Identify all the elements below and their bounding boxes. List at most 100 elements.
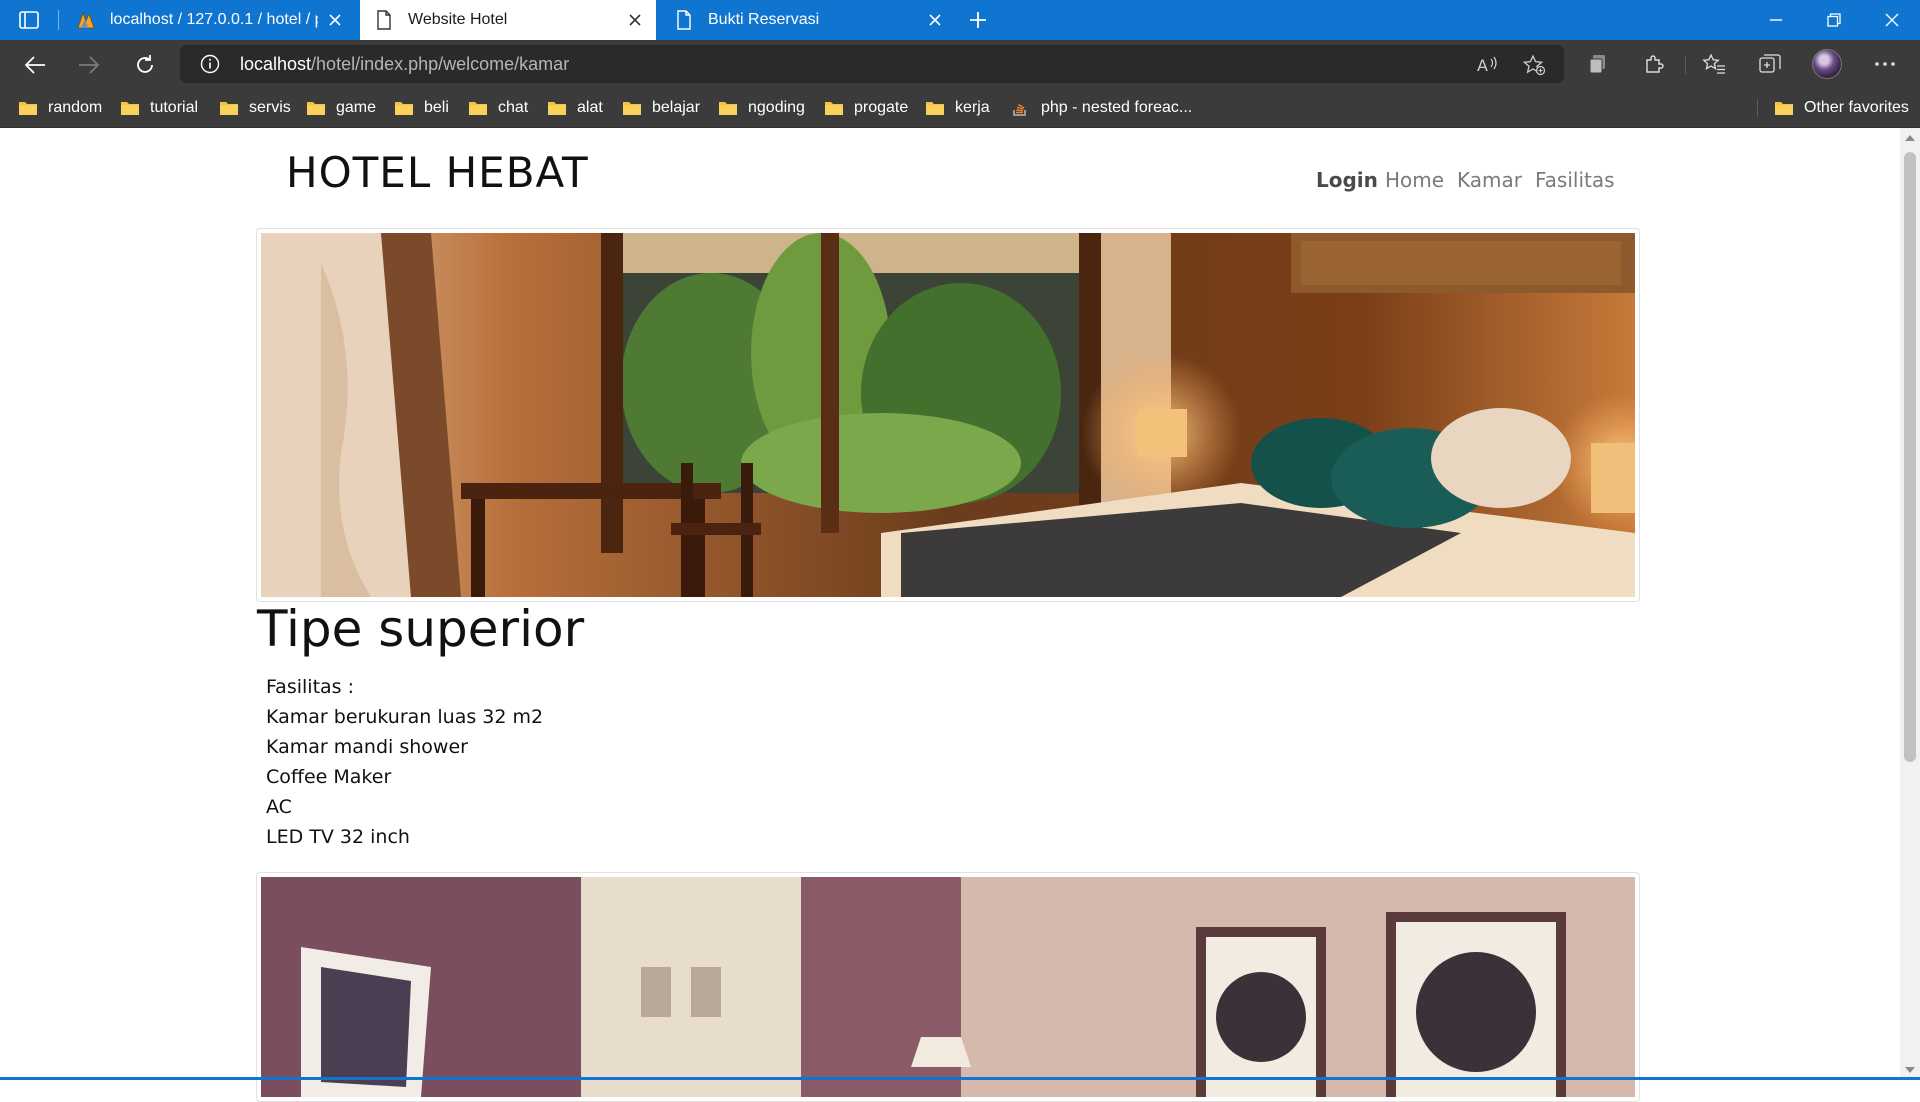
tab-title: Website Hotel bbox=[408, 11, 508, 28]
bookmark-label: kerja bbox=[955, 99, 990, 116]
nav-login-link[interactable]: Login bbox=[1316, 168, 1378, 192]
tab-actions-icon[interactable] bbox=[18, 9, 40, 31]
folder-icon bbox=[394, 100, 414, 116]
browser-toolbar: localhost/hotel/index.php/welcome/kamar … bbox=[0, 40, 1920, 88]
scroll-up-arrow-icon[interactable] bbox=[1904, 132, 1916, 144]
folder-icon bbox=[622, 100, 642, 116]
read-aloud-icon[interactable]: A bbox=[1476, 53, 1500, 77]
facilities-heading: Fasilitas : bbox=[266, 676, 354, 698]
hotel-room-photo bbox=[261, 233, 1635, 597]
folder-icon bbox=[547, 100, 567, 116]
tab-separator bbox=[58, 10, 59, 30]
close-icon[interactable] bbox=[626, 11, 644, 29]
close-icon bbox=[1885, 13, 1899, 27]
hotel-room-photo bbox=[261, 877, 1635, 1097]
facility-item: Kamar mandi shower bbox=[266, 736, 468, 758]
bookmark-label: progate bbox=[854, 99, 909, 116]
extensions-icon[interactable] bbox=[1641, 51, 1667, 77]
other-favorites[interactable]: Other favorites bbox=[1774, 88, 1909, 128]
tab-title: Bukti Reservasi bbox=[708, 11, 820, 28]
collections-icon[interactable] bbox=[1757, 51, 1783, 77]
phpmyadmin-icon bbox=[76, 10, 96, 30]
bookmark-servis[interactable]: servis bbox=[219, 88, 291, 128]
new-tab-button[interactable] bbox=[966, 8, 990, 32]
more-options-icon[interactable] bbox=[1872, 51, 1898, 77]
forward-button[interactable] bbox=[74, 50, 104, 80]
bookmark-game[interactable]: game bbox=[306, 88, 376, 128]
plus-icon bbox=[970, 12, 986, 28]
bookmark-progate[interactable]: progate bbox=[824, 88, 908, 128]
collections-sidebar-icon[interactable] bbox=[1585, 51, 1611, 77]
refresh-icon bbox=[137, 55, 153, 73]
folder-icon bbox=[824, 100, 844, 116]
folder-icon bbox=[306, 100, 326, 116]
info-icon[interactable] bbox=[200, 54, 220, 74]
toolbar-divider bbox=[1685, 56, 1686, 74]
tab-title: localhost / 127.0.0.1 / hotel / pe bbox=[110, 11, 318, 28]
folder-icon bbox=[219, 100, 239, 116]
page-scrollbar[interactable] bbox=[1900, 128, 1920, 1080]
facility-item: LED TV 32 inch bbox=[266, 826, 410, 848]
room-type-title: Tipe superior bbox=[257, 600, 585, 658]
folder-icon bbox=[718, 100, 738, 116]
svg-text:A: A bbox=[1477, 56, 1488, 75]
bookmark-random[interactable]: random bbox=[18, 88, 102, 128]
site-navigation: Login Home Kamar Fasilitas bbox=[0, 164, 1900, 196]
forward-arrow-icon bbox=[79, 56, 100, 74]
page-icon bbox=[374, 10, 394, 30]
back-button[interactable] bbox=[20, 50, 50, 80]
bookmark-beli[interactable]: beli bbox=[394, 88, 449, 128]
refresh-button[interactable] bbox=[130, 50, 160, 80]
favorites-icon[interactable] bbox=[1701, 51, 1727, 77]
bookmark-label: beli bbox=[424, 99, 449, 116]
facility-item: Kamar berukuran luas 32 m2 bbox=[266, 706, 544, 728]
bookmark-tutorial[interactable]: tutorial bbox=[120, 88, 198, 128]
bookmark-label: tutorial bbox=[150, 99, 199, 116]
nav-kamar-link[interactable]: Kamar bbox=[1457, 168, 1522, 192]
bookmark-php-nested-foreach[interactable]: php - nested foreac... bbox=[1011, 88, 1192, 128]
page-icon bbox=[674, 10, 694, 30]
url-host: localhost bbox=[240, 54, 312, 74]
close-window-button[interactable] bbox=[1864, 0, 1920, 40]
bookmark-alat[interactable]: alat bbox=[547, 88, 603, 128]
bookmarks-bar: random tutorial servis game beli chat al… bbox=[0, 88, 1920, 128]
close-icon[interactable] bbox=[326, 11, 344, 29]
room-image-frame bbox=[256, 872, 1640, 1102]
address-bar[interactable]: localhost/hotel/index.php/welcome/kamar … bbox=[180, 45, 1564, 83]
tab-bukti-reservasi[interactable]: Bukti Reservasi bbox=[660, 0, 956, 40]
bookmark-kerja[interactable]: kerja bbox=[925, 88, 990, 128]
bookmarks-divider bbox=[1757, 99, 1758, 117]
bookmark-label: ngoding bbox=[748, 99, 805, 116]
address-url[interactable]: localhost/hotel/index.php/welcome/kamar bbox=[240, 45, 569, 83]
tab-website-hotel[interactable]: Website Hotel bbox=[360, 0, 656, 40]
back-arrow-icon bbox=[24, 56, 45, 74]
bookmark-label: servis bbox=[249, 99, 291, 116]
bookmark-label: game bbox=[336, 99, 377, 116]
nav-home-link[interactable]: Home bbox=[1385, 168, 1444, 192]
folder-icon bbox=[120, 100, 140, 116]
tab-phpmyadmin[interactable]: localhost / 127.0.0.1 / hotel / pe bbox=[62, 0, 356, 40]
stackoverflow-icon bbox=[1011, 100, 1031, 116]
bookmark-ngoding[interactable]: ngoding bbox=[718, 88, 805, 128]
restore-button[interactable] bbox=[1806, 0, 1862, 40]
bookmark-belajar[interactable]: belajar bbox=[622, 88, 700, 128]
bookmark-label: alat bbox=[577, 99, 603, 116]
folder-icon bbox=[925, 100, 945, 116]
room-image-frame bbox=[256, 228, 1640, 602]
other-favorites-label: Other favorites bbox=[1804, 99, 1909, 116]
bookmark-label: belajar bbox=[652, 99, 701, 116]
folder-icon bbox=[468, 100, 488, 116]
restore-icon bbox=[1827, 13, 1841, 27]
bookmark-chat[interactable]: chat bbox=[468, 88, 528, 128]
nav-fasilitas-link[interactable]: Fasilitas bbox=[1535, 168, 1615, 192]
close-icon[interactable] bbox=[926, 11, 944, 29]
scrollbar-thumb[interactable] bbox=[1904, 152, 1916, 762]
profile-avatar[interactable] bbox=[1812, 49, 1842, 79]
minimize-icon bbox=[1770, 19, 1782, 21]
folder-icon bbox=[1774, 100, 1794, 116]
scroll-down-arrow-icon[interactable] bbox=[1904, 1064, 1916, 1076]
url-path: /hotel/index.php/welcome/kamar bbox=[311, 54, 570, 74]
add-favorite-icon[interactable] bbox=[1522, 53, 1546, 77]
minimize-button[interactable] bbox=[1748, 0, 1804, 40]
tab-strip: localhost / 127.0.0.1 / hotel / pe Websi… bbox=[0, 0, 1920, 40]
